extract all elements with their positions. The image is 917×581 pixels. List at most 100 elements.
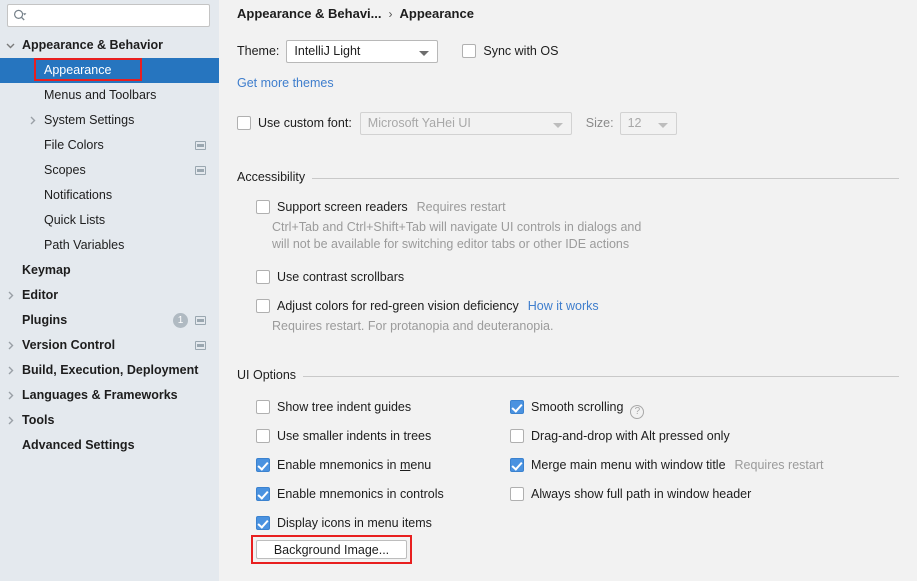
sidebar-item-label: Plugins: [22, 313, 68, 327]
sidebar-item-label: Advanced Settings: [22, 438, 135, 452]
merge-main-menu-checkbox[interactable]: [510, 458, 524, 472]
breadcrumb: Appearance & Behavi... › Appearance: [237, 6, 474, 21]
search-input[interactable]: [7, 4, 210, 27]
font-size-label: Size:: [585, 116, 614, 130]
sidebar-item-label: Editor: [22, 288, 59, 302]
adjust-colors-row[interactable]: Adjust colors for red-green vision defic…: [256, 297, 599, 315]
display-icons-menu-items-row[interactable]: Display icons in menu items: [256, 514, 432, 532]
use-custom-font-label: Use custom font:: [258, 116, 352, 130]
sidebar-item-build-execution-deployment[interactable]: Build, Execution, Deployment: [0, 358, 219, 383]
drag-and-drop-alt-checkbox[interactable]: [510, 429, 524, 443]
help-icon[interactable]: ?: [630, 405, 645, 419]
sidebar-item-label: Appearance & Behavior: [22, 38, 164, 52]
project-scope-icon[interactable]: [195, 141, 206, 150]
show-tree-indent-guides-label: Show tree indent guides: [277, 400, 412, 414]
show-tree-indent-guides-checkbox[interactable]: [256, 400, 270, 414]
smooth-scrolling-checkbox[interactable]: [510, 400, 524, 414]
enable-mnemonics-menu-label: Enable mnemonics in menu: [277, 458, 431, 472]
sidebar-item-label: Quick Lists: [44, 213, 106, 227]
accessibility-section-header: Accessibility: [237, 170, 899, 186]
sidebar-item-badge: 1: [173, 313, 188, 328]
custom-font-row: Use custom font: Microsoft YaHei UI Size…: [237, 112, 677, 137]
support-screen-readers-checkbox[interactable]: [256, 200, 270, 214]
chevron-down-icon: [657, 123, 668, 128]
breadcrumb-current: Appearance: [399, 6, 474, 21]
sidebar-item-path-variables[interactable]: Path Variables: [0, 233, 219, 258]
ui-options-section-title: UI Options: [237, 368, 304, 382]
display-icons-menu-items-label: Display icons in menu items: [277, 516, 432, 530]
enable-mnemonics-menu-row[interactable]: Enable mnemonics in menu: [256, 456, 431, 474]
use-contrast-scrollbars-row[interactable]: Use contrast scrollbars: [256, 268, 404, 286]
chevron-right-icon[interactable]: [5, 383, 17, 408]
chevron-right-icon[interactable]: [5, 333, 17, 358]
sidebar-item-notifications[interactable]: Notifications: [0, 183, 219, 208]
get-more-themes-link[interactable]: Get more themes: [237, 76, 334, 90]
project-scope-icon[interactable]: [195, 166, 206, 175]
font-family-select[interactable]: Microsoft YaHei UI: [359, 112, 572, 135]
sidebar-item-label: Appearance: [44, 63, 112, 77]
use-smaller-indents-checkbox[interactable]: [256, 429, 270, 443]
enable-mnemonics-menu-text: Enable mnemonics in menu: [277, 458, 432, 472]
project-scope-icon[interactable]: [195, 341, 206, 350]
sidebar-item-label: Notifications: [44, 188, 113, 202]
background-image-button[interactable]: Background Image...: [256, 540, 407, 559]
sidebar-item-version-control[interactable]: Version Control: [0, 333, 219, 358]
how-it-works-link[interactable]: How it works: [528, 299, 599, 313]
enable-mnemonics-controls-row[interactable]: Enable mnemonics in controls: [256, 485, 444, 503]
adjust-colors-checkbox[interactable]: [256, 299, 270, 313]
merge-main-menu-row[interactable]: Merge main menu with window title Require…: [510, 456, 823, 474]
sidebar-item-scopes[interactable]: Scopes: [0, 158, 219, 183]
enable-mnemonics-controls-checkbox[interactable]: [256, 487, 270, 501]
settings-sidebar: Appearance & Behavior Appearance Menus and…: [0, 0, 219, 581]
sidebar-item-quick-lists[interactable]: Quick Lists: [0, 208, 219, 233]
sync-with-os-checkbox[interactable]: [462, 44, 477, 58]
sidebar-item-advanced-settings[interactable]: Advanced Settings: [0, 433, 219, 458]
settings-category-tree: Appearance & Behavior Appearance Menus and…: [0, 33, 219, 458]
sidebar-item-tools[interactable]: Tools: [0, 408, 219, 433]
sidebar-item-keymap[interactable]: Keymap: [0, 258, 219, 283]
use-smaller-indents-label: Use smaller indents in trees: [277, 429, 432, 443]
support-screen-readers-row[interactable]: Support screen readers Requires restart: [256, 198, 506, 216]
project-scope-icon[interactable]: [195, 316, 206, 325]
sidebar-item-appearance[interactable]: Appearance: [0, 58, 219, 83]
chevron-right-icon[interactable]: [5, 408, 17, 433]
font-size-value: 12: [627, 116, 642, 130]
chevron-right-icon[interactable]: [27, 108, 39, 133]
sidebar-item-languages-frameworks[interactable]: Languages & Frameworks: [0, 383, 219, 408]
show-tree-indent-guides-row[interactable]: Show tree indent guides: [256, 398, 411, 416]
font-size-select[interactable]: 12: [619, 112, 677, 135]
font-family-value: Microsoft YaHei UI: [367, 116, 471, 130]
sidebar-item-label: File Colors: [44, 138, 104, 152]
enable-mnemonics-menu-checkbox[interactable]: [256, 458, 270, 472]
support-screen-readers-desc-line1: Ctrl+Tab and Ctrl+Shift+Tab will navigat…: [272, 220, 642, 234]
always-show-full-path-row[interactable]: Always show full path in window header: [510, 485, 751, 503]
breadcrumb-parent[interactable]: Appearance & Behavi...: [237, 6, 382, 21]
display-icons-menu-items-checkbox[interactable]: [256, 516, 270, 530]
sidebar-item-label: Scopes: [44, 163, 86, 177]
theme-select[interactable]: IntelliJ Light: [286, 40, 439, 63]
sync-with-os-checkbox-row[interactable]: Sync with OS: [462, 40, 558, 58]
use-contrast-scrollbars-label: Use contrast scrollbars: [277, 270, 405, 284]
section-divider: [237, 178, 899, 179]
sidebar-item-plugins[interactable]: Plugins 1: [0, 308, 219, 333]
merge-main-menu-hint: Requires restart: [734, 458, 824, 472]
sidebar-item-editor[interactable]: Editor: [0, 283, 219, 308]
sidebar-item-system-settings[interactable]: System Settings: [0, 108, 219, 133]
always-show-full-path-checkbox[interactable]: [510, 487, 524, 501]
drag-and-drop-alt-label: Drag-and-drop with Alt pressed only: [531, 429, 730, 443]
sidebar-item-label: Version Control: [22, 338, 116, 352]
sidebar-item-label: System Settings: [44, 113, 135, 127]
sidebar-item-file-colors[interactable]: File Colors: [0, 133, 219, 158]
chevron-right-icon[interactable]: [5, 283, 17, 308]
use-custom-font-checkbox[interactable]: [237, 116, 251, 130]
drag-and-drop-alt-row[interactable]: Drag-and-drop with Alt pressed only: [510, 427, 730, 445]
use-custom-font-checkbox-row[interactable]: Use custom font:: [237, 112, 352, 135]
chevron-down-icon[interactable]: [5, 33, 17, 58]
sidebar-item-appearance-behavior[interactable]: Appearance & Behavior: [0, 33, 219, 58]
chevron-right-icon[interactable]: [5, 358, 17, 383]
use-contrast-scrollbars-checkbox[interactable]: [256, 270, 270, 284]
sidebar-item-label: Build, Execution, Deployment: [22, 363, 199, 377]
use-smaller-indents-row[interactable]: Use smaller indents in trees: [256, 427, 431, 445]
smooth-scrolling-row[interactable]: Smooth scrolling?: [510, 398, 645, 419]
sidebar-item-menus-and-toolbars[interactable]: Menus and Toolbars: [0, 83, 219, 108]
